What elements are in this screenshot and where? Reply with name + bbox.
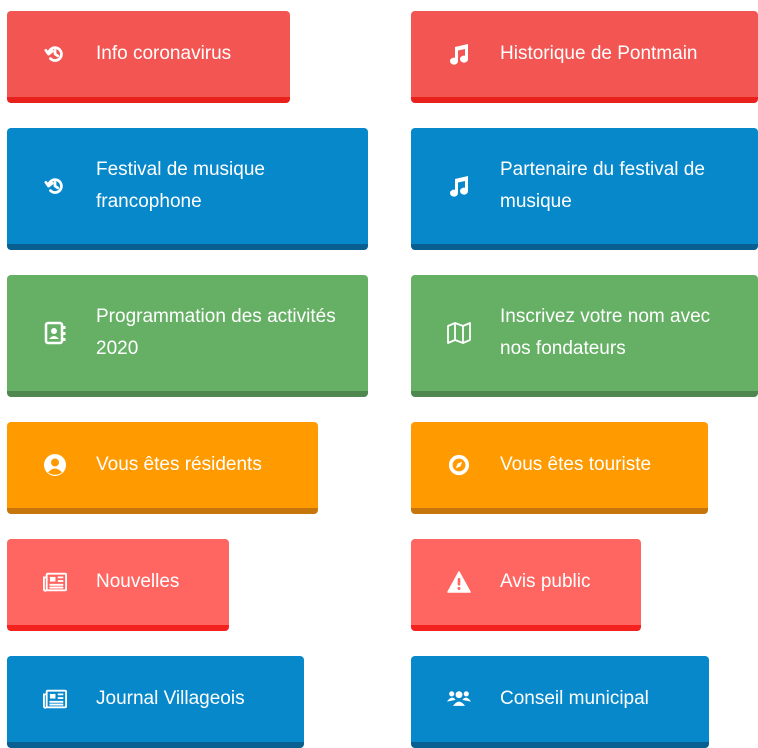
compass-icon: [447, 453, 471, 477]
button-label: Conseil municipal: [500, 688, 649, 709]
avis-public-button[interactable]: Avis public: [411, 539, 641, 631]
button-label: Avis public: [500, 571, 591, 592]
users-icon: [447, 687, 471, 711]
button-label: Historique de Pontmain: [500, 43, 698, 64]
partenaire-festival-button[interactable]: Partenaire du festival de musique: [411, 128, 758, 250]
button-label: Programmation des activités 2020: [96, 306, 336, 359]
button-label: Vous êtes touriste: [500, 454, 652, 475]
newspaper-icon: [43, 570, 67, 594]
user-circle-icon: [43, 453, 67, 477]
history-icon: [43, 174, 67, 198]
button-label: Info coronavirus: [96, 43, 232, 64]
nouvelles-button[interactable]: Nouvelles: [7, 539, 229, 631]
button-label: Festival de musique francophone: [96, 159, 265, 212]
music-note-icon: [447, 42, 471, 66]
conseil-municipal-button[interactable]: Conseil municipal: [411, 656, 709, 748]
historique-pontmain-button[interactable]: Historique de Pontmain: [411, 11, 758, 103]
vous-etes-residents-button[interactable]: Vous êtes résidents: [7, 422, 318, 514]
newspaper-icon: [43, 687, 67, 711]
button-label: Partenaire du festival de musique: [500, 159, 705, 212]
inscrivez-nom-button[interactable]: Inscrivez votre nom avec nos fondateurs: [411, 275, 758, 397]
map-icon: [447, 321, 471, 345]
info-coronavirus-button[interactable]: Info coronavirus: [7, 11, 290, 103]
button-label: Vous êtes résidents: [96, 454, 262, 475]
button-label: Journal Villageois: [96, 688, 245, 709]
music-note-icon: [447, 174, 471, 198]
festival-musique-button[interactable]: Festival de musique francophone: [7, 128, 368, 250]
warning-icon: [447, 570, 471, 594]
programmation-activites-button[interactable]: Programmation des activités 2020: [7, 275, 368, 397]
history-icon: [43, 42, 67, 66]
button-label: Inscrivez votre nom avec nos fondateurs: [500, 306, 711, 359]
journal-villageois-button[interactable]: Journal Villageois: [7, 656, 304, 748]
vous-etes-touriste-button[interactable]: Vous êtes touriste: [411, 422, 708, 514]
button-label: Nouvelles: [96, 571, 180, 592]
address-book-icon: [43, 321, 67, 345]
